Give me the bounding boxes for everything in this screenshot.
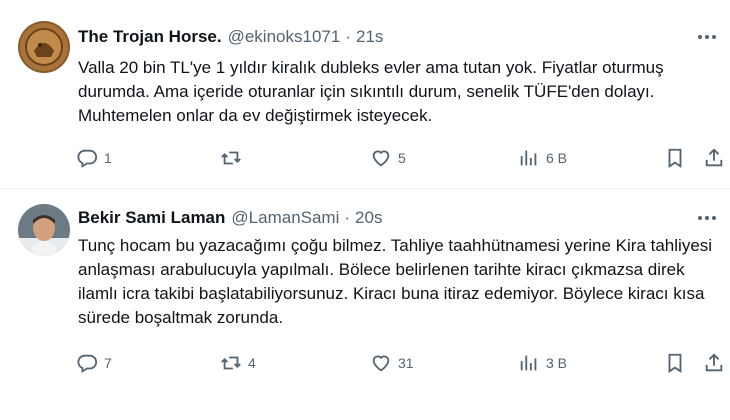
views-icon xyxy=(520,150,537,166)
retweet-count: 4 xyxy=(248,355,256,371)
views-icon xyxy=(520,355,537,371)
like-button[interactable]: 31 xyxy=(370,348,414,378)
retweet-button[interactable]: 4 xyxy=(220,348,256,378)
retweet-icon xyxy=(221,356,241,370)
author-name[interactable]: The Trojan Horse. xyxy=(78,27,222,47)
share-button[interactable] xyxy=(703,143,725,173)
action-bar: 7 4 31 3 B xyxy=(76,348,726,378)
more-icon[interactable] xyxy=(694,205,720,231)
timestamp[interactable]: 20s xyxy=(355,208,382,228)
like-icon xyxy=(372,150,390,167)
view-count: 3 B xyxy=(546,355,568,371)
action-bar: 1 5 6 B xyxy=(76,143,726,173)
retweet-icon xyxy=(221,151,241,165)
tweet-header: The Trojan Horse. @ekinoks1071 · 21s xyxy=(78,24,383,50)
avatar[interactable] xyxy=(18,21,70,73)
views-button[interactable]: 3 B xyxy=(518,348,567,378)
timestamp[interactable]: 21s xyxy=(356,27,383,47)
bookmark-icon xyxy=(668,353,682,373)
tweet-text: Valla 20 bin TL'ye 1 yıldır kiralık dubl… xyxy=(78,58,664,125)
like-button[interactable]: 5 xyxy=(370,143,406,173)
tweet-1[interactable]: The Trojan Horse. @ekinoks1071 · 21s Val… xyxy=(0,0,730,189)
reply-button[interactable]: 7 xyxy=(76,348,112,378)
separator-dot: · xyxy=(344,208,351,227)
share-icon xyxy=(705,353,723,372)
separator-dot: · xyxy=(345,27,351,46)
tweet-text: Tunç hocam bu yazacağımı çoğu bilmez. Ta… xyxy=(78,236,713,327)
share-button[interactable] xyxy=(703,348,725,378)
bookmark-icon xyxy=(668,148,682,168)
like-count: 5 xyxy=(398,150,406,166)
tweet-2[interactable]: Bekir Sami Laman @LamanSami · 20s Tunç h… xyxy=(0,189,730,420)
bookmark-button[interactable] xyxy=(664,143,686,173)
views-button[interactable]: 6 B xyxy=(518,143,567,173)
author-handle[interactable]: @LamanSami xyxy=(231,208,339,228)
reply-count: 1 xyxy=(104,150,112,166)
more-icon[interactable] xyxy=(694,24,720,50)
reply-icon xyxy=(77,149,98,168)
avatar[interactable] xyxy=(18,204,70,256)
reply-icon xyxy=(77,354,98,373)
retweet-button[interactable] xyxy=(220,143,248,173)
view-count: 6 B xyxy=(546,150,568,166)
bookmark-button[interactable] xyxy=(664,348,686,378)
tweet-header: Bekir Sami Laman @LamanSami · 20s xyxy=(78,205,382,231)
reply-count: 7 xyxy=(104,355,112,371)
share-icon xyxy=(705,148,723,167)
like-icon xyxy=(372,355,390,372)
like-count: 31 xyxy=(398,355,414,371)
reply-button[interactable]: 1 xyxy=(76,143,112,173)
author-handle[interactable]: @ekinoks1071 xyxy=(228,27,341,47)
author-name[interactable]: Bekir Sami Laman xyxy=(78,208,225,228)
